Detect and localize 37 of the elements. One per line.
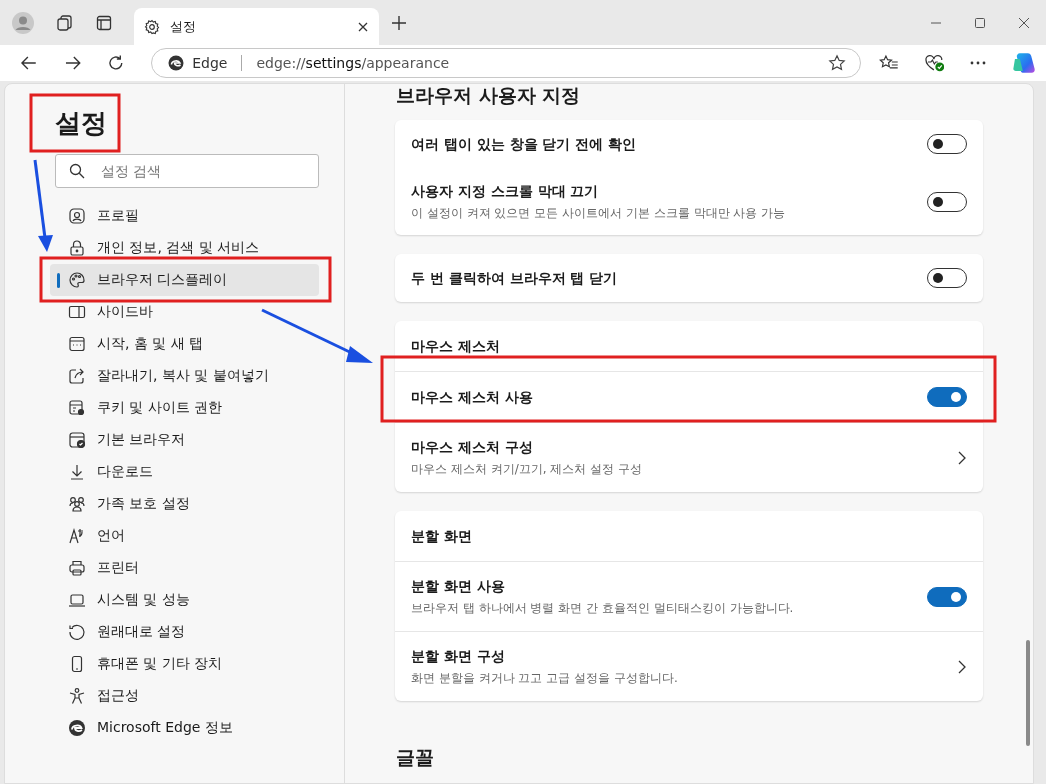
- setting-description: 브라우저 탭 하나에서 병렬 화면 간 효율적인 멀티태스킹이 가능합니다.: [411, 600, 795, 617]
- settings-title: 설정: [55, 107, 108, 140]
- group-heading: 분할 화면: [411, 527, 473, 546]
- setting-description: 마우스 제스처 켜기/끄기, 제스처 설정 구성: [411, 461, 643, 478]
- nav-item[interactable]: 쿠키 및 사이트 권한: [50, 392, 319, 424]
- nav-item[interactable]: 프로필: [50, 200, 319, 232]
- nav-item[interactable]: 잘라내기, 복사 및 붙여넣기: [50, 360, 319, 392]
- setting-label: 두 번 클릭하여 브라우저 탭 닫기: [411, 269, 619, 288]
- nav-item[interactable]: 언어: [50, 520, 319, 552]
- nav-item[interactable]: 휴대폰 및 기타 장치: [50, 648, 319, 680]
- setting-label: 마우스 제스처 사용: [411, 388, 534, 407]
- nav-item[interactable]: 가족 보호 설정: [50, 488, 319, 520]
- nav-item[interactable]: 프린터: [50, 552, 319, 584]
- section-title: 브라우저 사용자 지정: [396, 84, 582, 106]
- setting-description: 화면 분할을 켜거나 끄고 고급 설정을 구성합니다.: [411, 670, 679, 687]
- setting-label: 분할 화면 구성: [411, 647, 506, 666]
- search-field[interactable]: 설정 검색: [55, 154, 319, 188]
- nav-item[interactable]: 개인 정보, 검색 및 서비스: [50, 232, 319, 264]
- nav-item[interactable]: 시작, 홈 및 새 탭: [50, 328, 319, 360]
- nav-item[interactable]: 브라우저 디스플레이: [50, 264, 319, 296]
- nav-item[interactable]: 시스템 및 성능: [50, 584, 319, 616]
- setting-label: 사용자 지정 스크롤 막대 끄기: [411, 182, 600, 201]
- section-title: 글꼴: [396, 746, 435, 768]
- site-label: Edge: [192, 55, 228, 71]
- group-heading: 마우스 제스처: [411, 337, 501, 356]
- nav-item[interactable]: 접근성: [50, 680, 319, 712]
- url-text: edge://settings/appearance: [256, 55, 450, 71]
- setting-label: 여러 탭이 있는 창을 닫기 전에 확인: [411, 135, 638, 154]
- setting-description: 이 설정이 켜져 있으면 모든 사이트에서 기본 스크롤 막대만 사용 가능: [411, 205, 787, 222]
- nav-item[interactable]: Microsoft Edge 정보: [50, 712, 319, 744]
- nav-item[interactable]: 다운로드: [50, 456, 319, 488]
- nav-item[interactable]: 기본 브라우저: [50, 424, 319, 456]
- setting-label: 마우스 제스처 구성: [411, 438, 534, 457]
- setting-label: 분할 화면 사용: [411, 577, 506, 596]
- nav-item[interactable]: 원래대로 설정: [50, 616, 319, 648]
- browser-tab[interactable]: 설정: [134, 8, 379, 45]
- nav-item[interactable]: 사이드바: [50, 296, 319, 328]
